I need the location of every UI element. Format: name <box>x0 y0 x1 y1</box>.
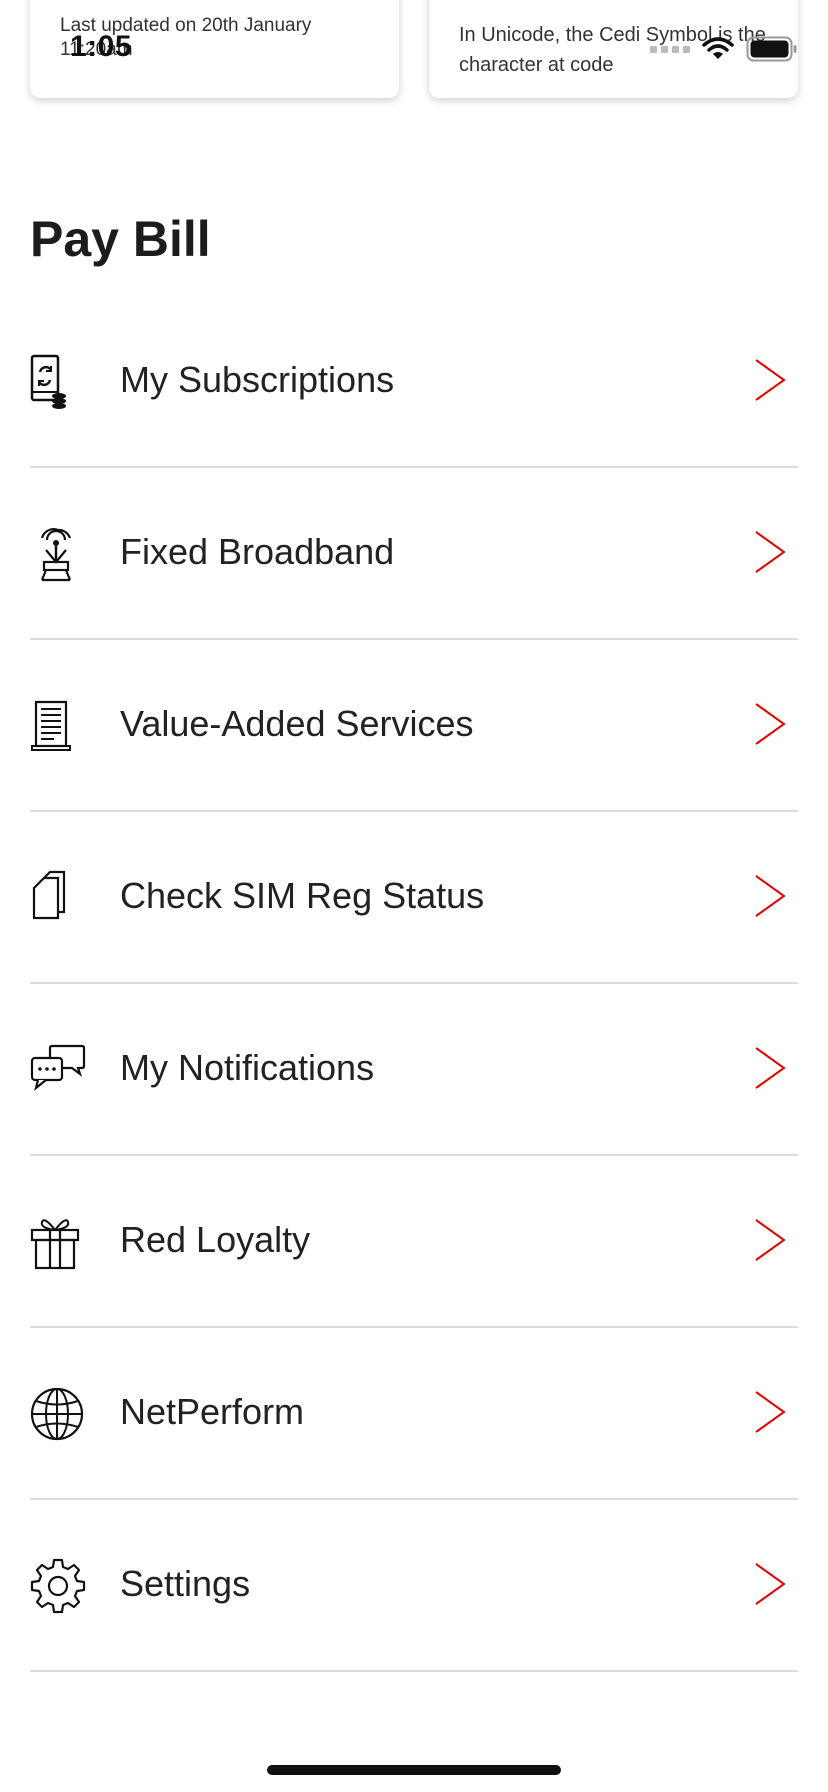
menu-item-my-notifications[interactable]: My Notifications <box>30 984 798 1156</box>
gift-icon <box>30 1219 80 1270</box>
menu-item-label: Red Loyalty <box>120 1219 311 1260</box>
status-indicators <box>650 36 798 62</box>
chevron-right-icon <box>755 531 786 573</box>
cellular-signal-icon <box>650 45 690 53</box>
gear-icon <box>30 1558 86 1614</box>
menu-item-label: Fixed Broadband <box>120 531 395 572</box>
chevron-right-icon <box>755 1563 786 1605</box>
chat-bubbles-icon <box>30 1044 86 1091</box>
battery-icon <box>746 36 797 62</box>
sim-card-icon <box>32 870 66 920</box>
chevron-right-icon <box>755 359 786 401</box>
card-header-icon <box>457 0 497 2</box>
menu-item-netperform[interactable]: NetPerform <box>30 1328 798 1500</box>
menu-item-label: Value-Added Services <box>120 703 474 744</box>
chevron-right-icon <box>755 1219 786 1261</box>
menu-item-fixed-broadband[interactable]: Fixed Broadband <box>30 468 798 640</box>
chevron-right-icon <box>755 875 786 917</box>
menu-item-my-subscriptions[interactable]: My Subscriptions <box>30 296 798 468</box>
menu-item-label: My Subscriptions <box>120 359 395 400</box>
home-indicator[interactable] <box>267 1765 561 1775</box>
menu-item-label: Check SIM Reg Status <box>120 875 485 916</box>
phone-subscriptions-icon <box>30 354 66 409</box>
wifi-icon <box>702 37 734 59</box>
menu-item-settings[interactable]: Settings <box>30 1500 798 1672</box>
menu-item-red-loyalty[interactable]: Red Loyalty <box>30 1156 798 1328</box>
chevron-right-icon <box>755 1391 786 1433</box>
chevron-right-icon <box>755 1047 786 1089</box>
menu-item-value-added-services[interactable]: Value-Added Services <box>30 640 798 812</box>
status-time: 1:05 <box>70 30 133 63</box>
menu-item-label: NetPerform <box>120 1391 305 1432</box>
broadband-antenna-icon <box>40 528 72 582</box>
section-title: Pay Bill <box>30 211 211 267</box>
menu-item-check-sim-reg-status[interactable]: Check SIM Reg Status <box>30 812 798 984</box>
chevron-right-icon <box>755 703 786 745</box>
menu-item-label: Settings <box>120 1563 251 1604</box>
menu-item-label: My Notifications <box>120 1047 375 1088</box>
globe-icon <box>30 1387 84 1441</box>
pay-bill-menu: My Subscriptions Fixed Broadband Value-A… <box>30 296 798 1672</box>
document-icon <box>31 700 71 751</box>
